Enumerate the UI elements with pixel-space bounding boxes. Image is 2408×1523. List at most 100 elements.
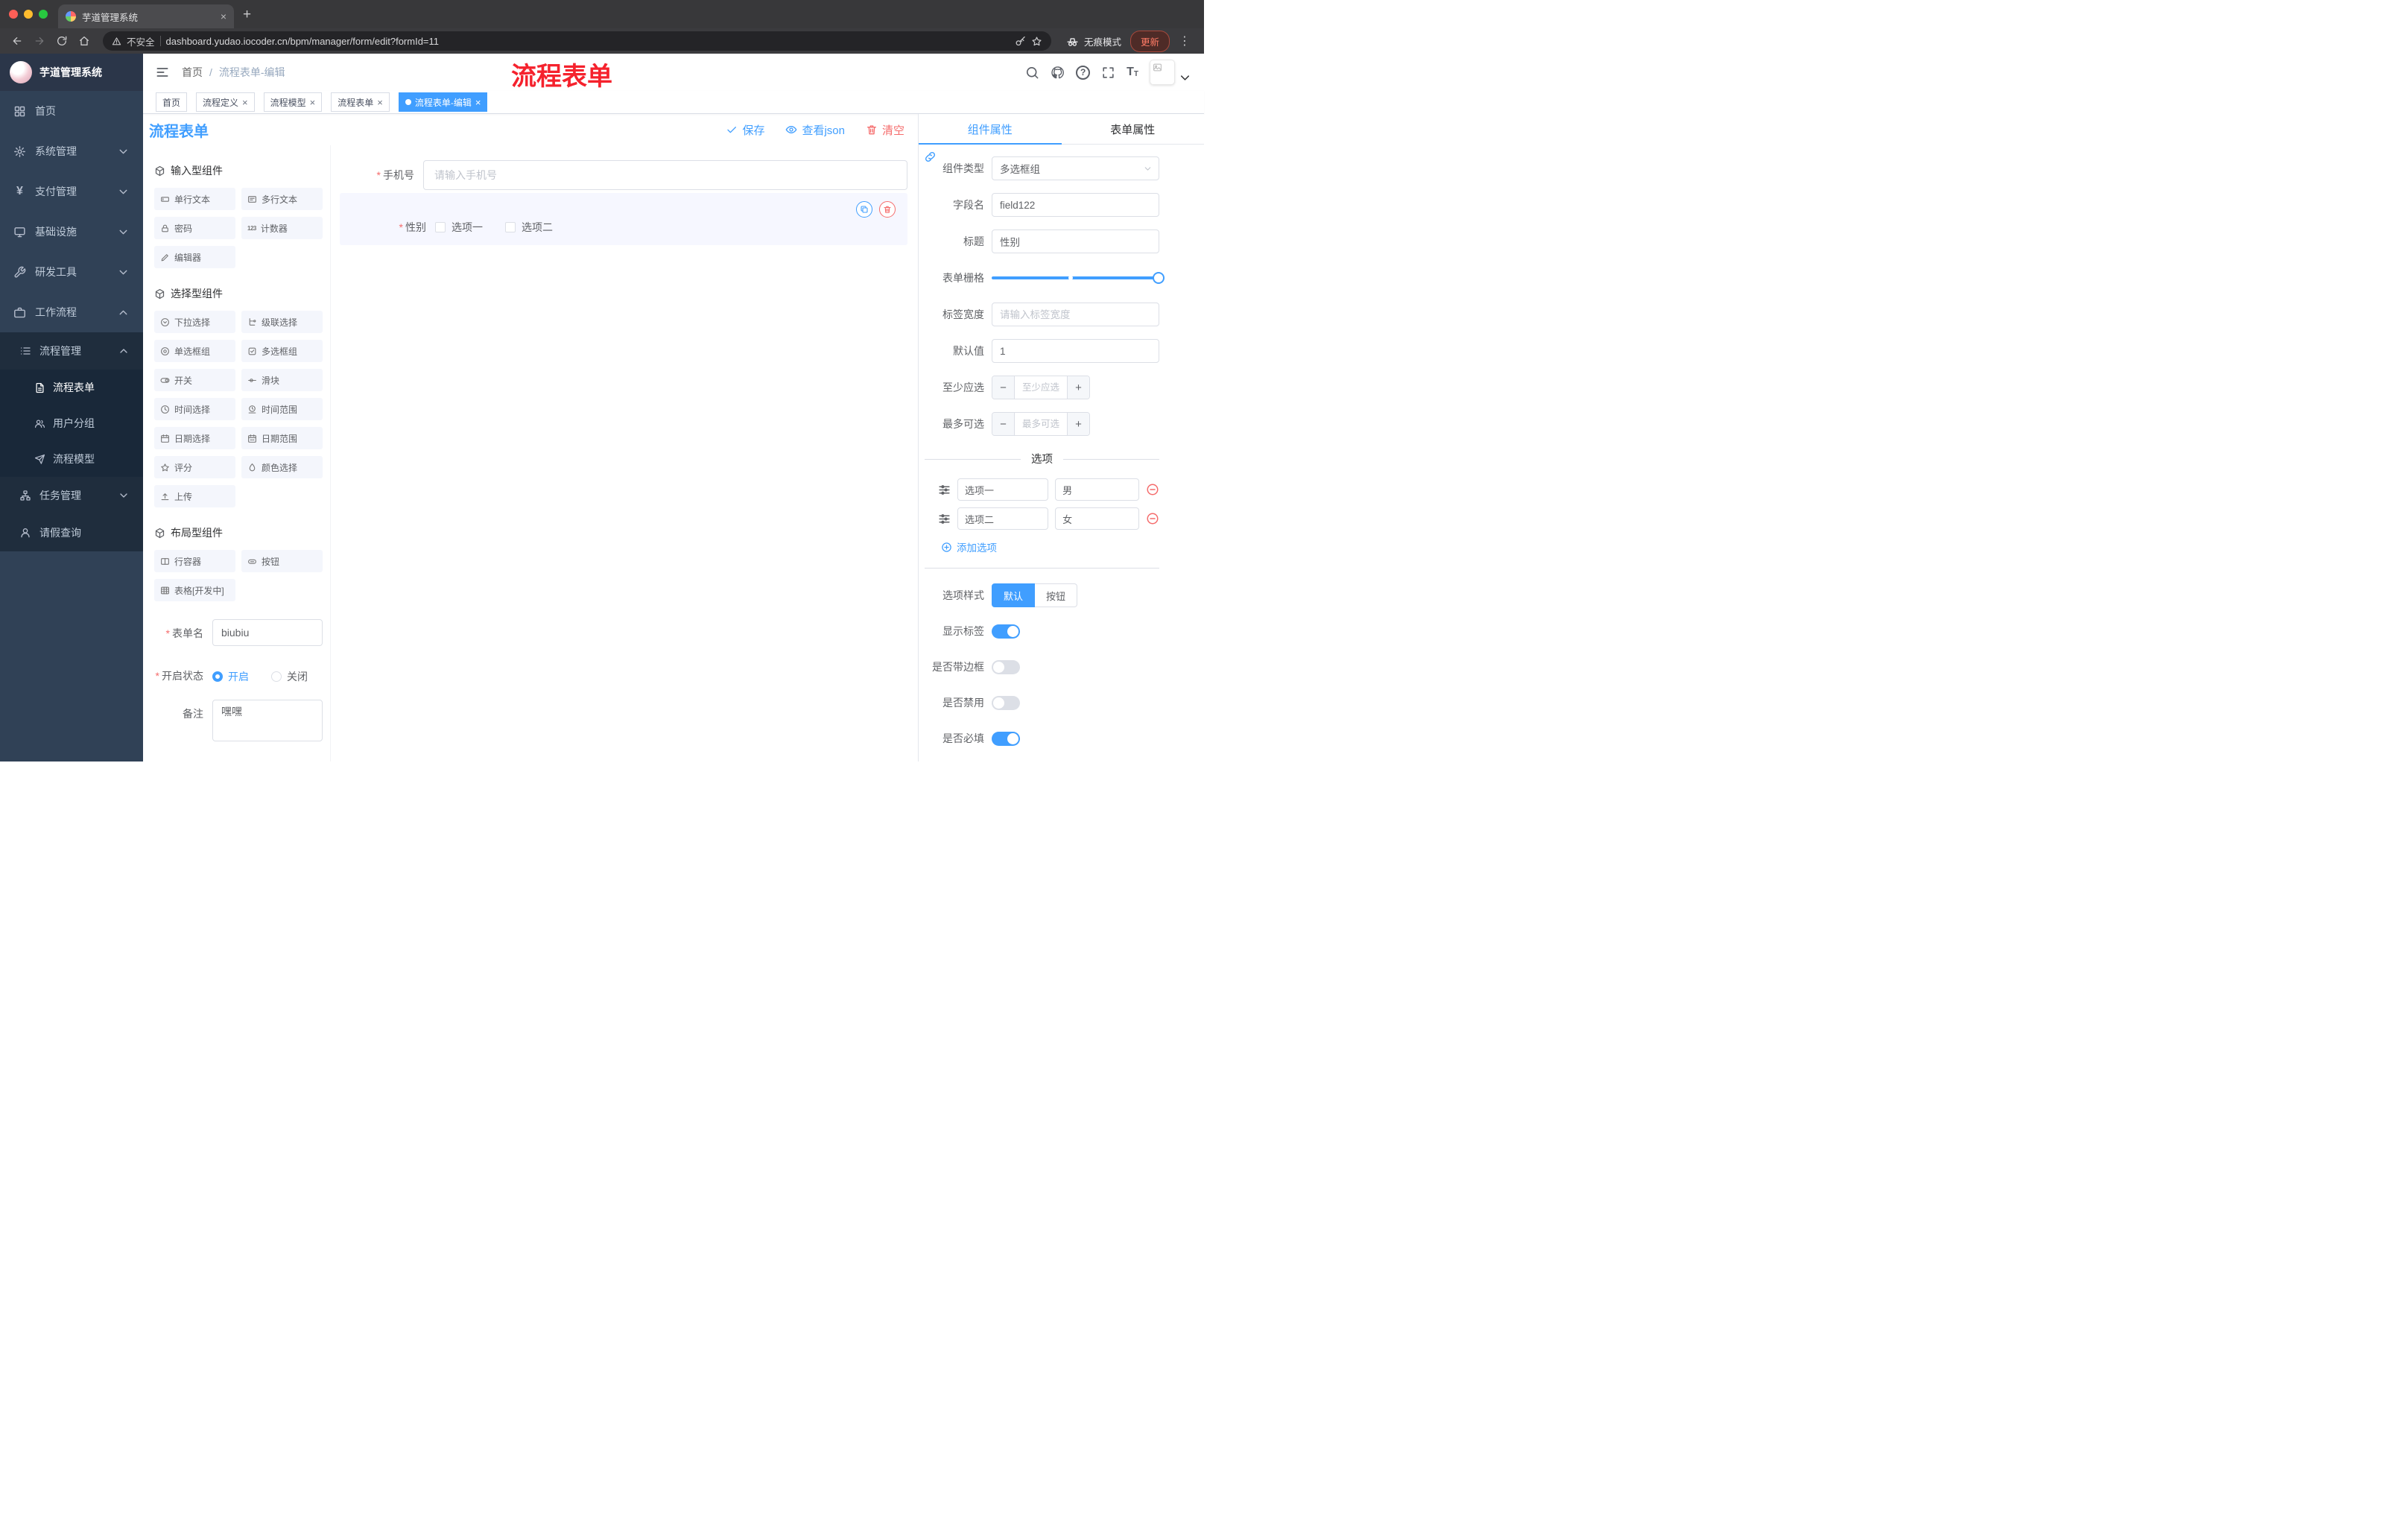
link-icon[interactable] <box>924 151 937 163</box>
stepper-minus-button[interactable]: − <box>992 376 1015 399</box>
form-remark-textarea[interactable]: 嘿嘿 <box>212 700 323 741</box>
back-button[interactable] <box>7 31 27 51</box>
palette-item-button[interactable]: 按钮 <box>241 550 323 572</box>
remove-option-icon[interactable] <box>1146 512 1159 525</box>
drag-handle-icon[interactable] <box>938 484 951 496</box>
sidebar-item-workflow[interactable]: 工作流程 <box>0 292 143 332</box>
palette-item-checkbox-group[interactable]: 多选框组 <box>241 340 323 362</box>
status-radio-off[interactable]: 关闭 <box>271 669 308 684</box>
palette-item-rate[interactable]: 评分 <box>154 456 235 478</box>
new-tab-button[interactable]: + <box>243 7 251 22</box>
option-label-input[interactable] <box>957 478 1049 501</box>
breadcrumb-home[interactable]: 首页 <box>182 65 203 80</box>
sidebar-item-system-management[interactable]: 系统管理 <box>0 131 143 171</box>
hamburger-icon[interactable] <box>155 65 170 80</box>
required-toggle[interactable] <box>992 731 1020 746</box>
tab-component-props[interactable]: 组件属性 <box>919 114 1062 145</box>
bookmark-star-icon[interactable] <box>1031 36 1042 47</box>
palette-item-multi-line-text[interactable]: 多行文本 <box>241 188 323 210</box>
palette-item-single-line-text[interactable]: 单行文本 <box>154 188 235 210</box>
sidebar-item-process-form[interactable]: 流程表单 <box>0 370 143 405</box>
stepper-plus-button[interactable]: + <box>1067 413 1089 435</box>
palette-item-cascader[interactable]: 级联选择 <box>241 311 323 333</box>
palette-item-password[interactable]: 密码 <box>154 217 235 239</box>
gender-option-2[interactable]: 选项二 <box>505 220 553 235</box>
show-label-toggle[interactable] <box>992 624 1020 639</box>
home-button[interactable] <box>75 31 94 51</box>
border-toggle[interactable] <box>992 659 1020 674</box>
component-type-select[interactable]: 多选框组 <box>992 156 1159 180</box>
sidebar-item-home[interactable]: 首页 <box>0 91 143 131</box>
browser-menu-button[interactable]: ⋮ <box>1173 34 1197 48</box>
widget-delete-button[interactable] <box>879 201 896 218</box>
palette-item-time-range[interactable]: 时间范围 <box>241 398 323 420</box>
form-name-input[interactable] <box>212 619 323 646</box>
gender-option-1[interactable]: 选项一 <box>435 220 483 235</box>
palette-item-date-range[interactable]: 日期范围 <box>241 427 323 449</box>
browser-tab[interactable]: 芋道管理系统 × <box>58 4 234 28</box>
palette-item-select[interactable]: 下拉选择 <box>154 311 235 333</box>
disabled-toggle[interactable] <box>992 695 1020 710</box>
reload-button[interactable] <box>52 31 72 51</box>
tag-process-model[interactable]: 流程模型 × <box>263 92 323 112</box>
add-option-button[interactable]: 添加选项 <box>925 539 1159 554</box>
save-button[interactable]: 保存 <box>726 122 764 138</box>
palette-item-color-picker[interactable]: 颜色选择 <box>241 456 323 478</box>
palette-item-row-container[interactable]: 行容器 <box>154 550 235 572</box>
palette-item-switch[interactable]: 开关 <box>154 369 235 391</box>
tag-process-form[interactable]: 流程表单 × <box>331 92 390 112</box>
max-stepper-input[interactable] <box>1015 413 1067 435</box>
palette-item-counter[interactable]: 123 计数器 <box>241 217 323 239</box>
palette-item-table[interactable]: 表格[开发中] <box>154 579 235 601</box>
tag-home[interactable]: 首页 <box>156 92 188 112</box>
sidebar-item-process-model[interactable]: 流程模型 <box>0 441 143 477</box>
sidebar-item-user-group[interactable]: 用户分组 <box>0 405 143 441</box>
sidebar-item-dev-tools[interactable]: 研发工具 <box>0 252 143 292</box>
sidebar-item-infrastructure[interactable]: 基础设施 <box>0 212 143 252</box>
form-canvas[interactable]: *手机号 *性别 选项一 <box>331 145 918 762</box>
font-size-icon[interactable]: TT <box>1127 66 1138 78</box>
window-close-button[interactable] <box>9 10 18 19</box>
tag-close-icon[interactable]: × <box>377 98 383 107</box>
tab-form-props[interactable]: 表单属性 <box>1062 114 1205 144</box>
phone-input[interactable] <box>423 160 907 190</box>
tag-process-definition[interactable]: 流程定义 × <box>196 92 255 112</box>
address-bar[interactable]: 不安全 dashboard.yudao.iocoder.cn/bpm/manag… <box>103 31 1051 51</box>
remove-option-icon[interactable] <box>1146 483 1159 496</box>
status-radio-on[interactable]: 开启 <box>212 669 249 684</box>
sidebar-item-process-management[interactable]: 流程管理 <box>0 332 143 370</box>
grid-slider[interactable] <box>992 266 1165 290</box>
tag-close-icon[interactable]: × <box>310 98 316 107</box>
palette-item-upload[interactable]: 上传 <box>154 485 235 507</box>
slider-handle[interactable] <box>1153 272 1165 284</box>
checkbox-icon[interactable] <box>435 222 446 232</box>
widget-copy-button[interactable] <box>856 201 872 218</box>
tag-process-form-edit[interactable]: 流程表单-编辑 × <box>398 92 488 112</box>
drag-handle-icon[interactable] <box>938 513 951 525</box>
forward-button[interactable] <box>30 31 49 51</box>
view-json-button[interactable]: 查看json <box>785 122 845 138</box>
github-icon[interactable] <box>1051 66 1065 80</box>
palette-item-date-picker[interactable]: 日期选择 <box>154 427 235 449</box>
canvas-field-phone[interactable]: * 手机号 <box>340 160 907 190</box>
option-label-input[interactable] <box>957 507 1049 530</box>
palette-item-time-picker[interactable]: 时间选择 <box>154 398 235 420</box>
palette-item-radio-group[interactable]: 单选框组 <box>154 340 235 362</box>
min-stepper-input[interactable] <box>1015 376 1067 399</box>
style-button-button[interactable]: 按钮 <box>1035 583 1078 607</box>
clear-button[interactable]: 清空 <box>866 122 904 138</box>
stepper-plus-button[interactable]: + <box>1067 376 1089 399</box>
default-value-input[interactable] <box>992 339 1159 363</box>
sidebar-item-leave-query[interactable]: 请假查询 <box>0 514 143 551</box>
option-value-input[interactable] <box>1055 478 1139 501</box>
sidebar-item-payment-management[interactable]: ¥ 支付管理 <box>0 171 143 212</box>
user-avatar-menu[interactable] <box>1150 60 1192 85</box>
palette-item-editor[interactable]: 编辑器 <box>154 246 235 268</box>
window-minimize-button[interactable] <box>24 10 33 19</box>
stepper-minus-button[interactable]: − <box>992 413 1015 435</box>
title-input[interactable] <box>992 229 1159 253</box>
update-button[interactable]: 更新 <box>1129 30 1170 52</box>
sidebar-item-task-management[interactable]: 任务管理 <box>0 477 143 514</box>
label-width-input[interactable] <box>992 303 1159 326</box>
field-name-input[interactable] <box>992 193 1159 217</box>
